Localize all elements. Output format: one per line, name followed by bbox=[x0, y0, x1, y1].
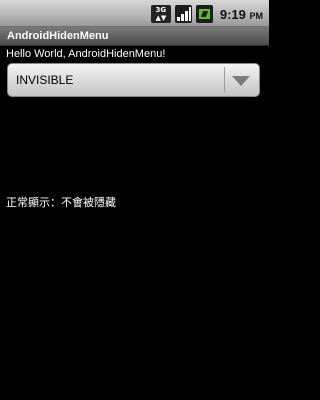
status-bar: 3G ▲▼ 9:19 PM bbox=[0, 0, 269, 27]
app-title: AndroidHidenMenu bbox=[7, 30, 109, 42]
status-icons: 3G ▲▼ 9:19 PM bbox=[150, 4, 263, 24]
visibility-spinner[interactable]: INVISIBLE bbox=[7, 63, 260, 97]
clock-time: 9:19 bbox=[219, 6, 246, 22]
battery-charging-icon bbox=[195, 5, 213, 23]
clock-ampm: PM bbox=[249, 10, 264, 21]
spinner-divider bbox=[224, 67, 225, 93]
network-type-label: 3G bbox=[155, 6, 167, 14]
title-bar: AndroidHidenMenu bbox=[0, 27, 269, 46]
signal-strength-icon bbox=[174, 5, 192, 23]
spinner-selected-value: INVISIBLE bbox=[16, 73, 74, 87]
hello-text: Hello World, AndroidHidenMenu! bbox=[6, 48, 166, 60]
network-3g-icon: 3G ▲▼ bbox=[150, 5, 171, 23]
chevron-down-icon bbox=[232, 76, 250, 86]
normal-display-text: 正常顯示：不會被隱藏 bbox=[6, 196, 116, 209]
clock: 9:19 PM bbox=[220, 7, 263, 22]
network-activity-label: ▲▼ bbox=[155, 14, 167, 22]
